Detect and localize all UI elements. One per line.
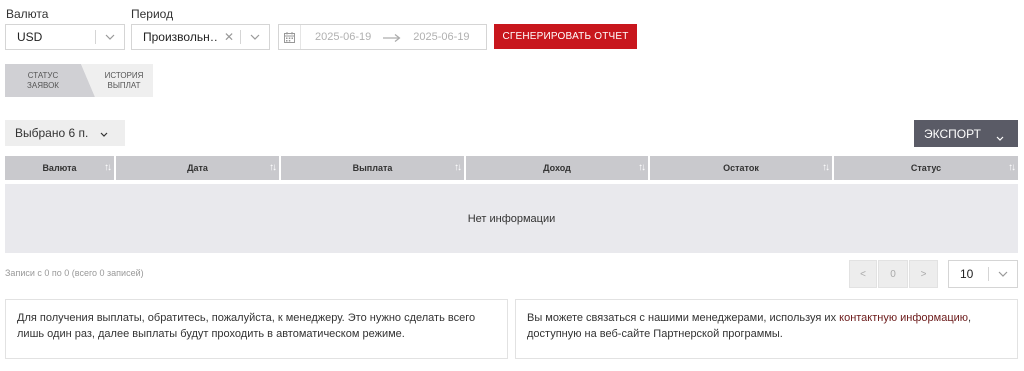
note-text: Для получения выплаты, обратитесь, пожал… bbox=[17, 312, 476, 340]
date-to-input[interactable]: 2025-06-19 bbox=[413, 31, 469, 43]
payout-instruction-note: Для получения выплаты, обратитесь, пожал… bbox=[5, 299, 508, 359]
column-header-payout[interactable]: Выплата ↑↓ bbox=[281, 156, 464, 180]
period-label: Период bbox=[131, 7, 174, 21]
table-header: Валюта ↑↓ Дата ↑↓ Выплата ↑↓ Доход ↑↓ Остато… bbox=[5, 156, 1018, 180]
arrow-right-icon bbox=[383, 29, 401, 45]
sort-icon[interactable]: ↑↓ bbox=[269, 162, 277, 173]
clear-icon[interactable]: ✕ bbox=[218, 30, 240, 44]
period-select[interactable]: Произвольн… ✕ bbox=[131, 24, 270, 50]
column-label: Дата bbox=[187, 163, 208, 173]
records-info: Записи с 0 по 0 (всего 0 записей) bbox=[5, 268, 144, 278]
export-button[interactable]: ЭКСПОРТ bbox=[914, 120, 1018, 147]
page-size-value: 10 bbox=[960, 267, 974, 281]
column-label: Остаток bbox=[723, 163, 759, 173]
tab-label-line1: ИСТОРИЯ bbox=[104, 70, 144, 80]
selected-count-label: Выбрано 6 п. bbox=[15, 126, 89, 140]
currency-value: USD bbox=[17, 30, 43, 44]
column-header-balance[interactable]: Остаток ↑↓ bbox=[650, 156, 832, 180]
column-header-currency[interactable]: Валюта ↑↓ bbox=[5, 156, 114, 180]
column-label: Валюта bbox=[42, 163, 77, 173]
column-label: Статус bbox=[910, 163, 942, 173]
note-text: Вы можете связаться с нашими менеджерами… bbox=[527, 312, 840, 324]
contact-info-note: Вы можете связаться с нашими менеджерами… bbox=[515, 299, 1018, 359]
chevron-down-icon[interactable] bbox=[989, 271, 1017, 277]
tab-request-status[interactable]: СТАТУС ЗАЯВОК bbox=[5, 64, 95, 97]
column-label: Выплата bbox=[352, 163, 393, 173]
page-number[interactable]: 0 bbox=[878, 260, 908, 288]
sort-icon[interactable]: ↑↓ bbox=[104, 162, 112, 173]
sort-icon[interactable]: ↑↓ bbox=[1008, 162, 1016, 173]
contact-info-link[interactable]: контактную информацию bbox=[839, 312, 968, 324]
column-header-income[interactable]: Доход ↑↓ bbox=[466, 156, 648, 180]
export-label: ЭКСПОРТ bbox=[924, 126, 981, 141]
tab-label-line1: СТАТУС bbox=[27, 70, 59, 80]
column-label: Доход bbox=[543, 163, 571, 173]
chevron-down-icon[interactable] bbox=[241, 34, 269, 40]
sort-icon[interactable]: ↑↓ bbox=[822, 162, 830, 173]
tab-label-line2: ЗАЯВОК bbox=[27, 80, 59, 90]
tab-label-line2: ВЫПЛАТ bbox=[107, 80, 141, 90]
chevron-down-icon bbox=[100, 126, 108, 140]
next-page-button[interactable]: > bbox=[909, 260, 938, 288]
column-header-date[interactable]: Дата ↑↓ bbox=[116, 156, 279, 180]
currency-select[interactable]: USD bbox=[5, 24, 125, 50]
generate-report-button[interactable]: СГЕНЕРИРОВАТЬ ОТЧЕТ bbox=[494, 24, 637, 49]
date-range-picker[interactable]: 2025-06-19 2025-06-19 bbox=[278, 24, 487, 50]
sort-icon[interactable]: ↑↓ bbox=[638, 162, 646, 173]
period-value: Произвольн… bbox=[143, 30, 218, 44]
calendar-icon[interactable] bbox=[279, 25, 301, 49]
chevron-down-icon bbox=[996, 130, 1004, 144]
currency-label: Валюта bbox=[6, 7, 49, 21]
column-header-status[interactable]: Статус ↑↓ bbox=[834, 156, 1018, 180]
chevron-down-icon[interactable] bbox=[96, 34, 124, 40]
page-size-select[interactable]: 10 bbox=[948, 260, 1018, 288]
empty-table-message: Нет информации bbox=[5, 184, 1018, 253]
prev-page-button[interactable]: < bbox=[849, 260, 877, 288]
date-from-input[interactable]: 2025-06-19 bbox=[315, 31, 371, 43]
column-select-dropdown[interactable]: Выбрано 6 п. bbox=[5, 120, 125, 146]
sort-icon[interactable]: ↑↓ bbox=[454, 162, 462, 173]
